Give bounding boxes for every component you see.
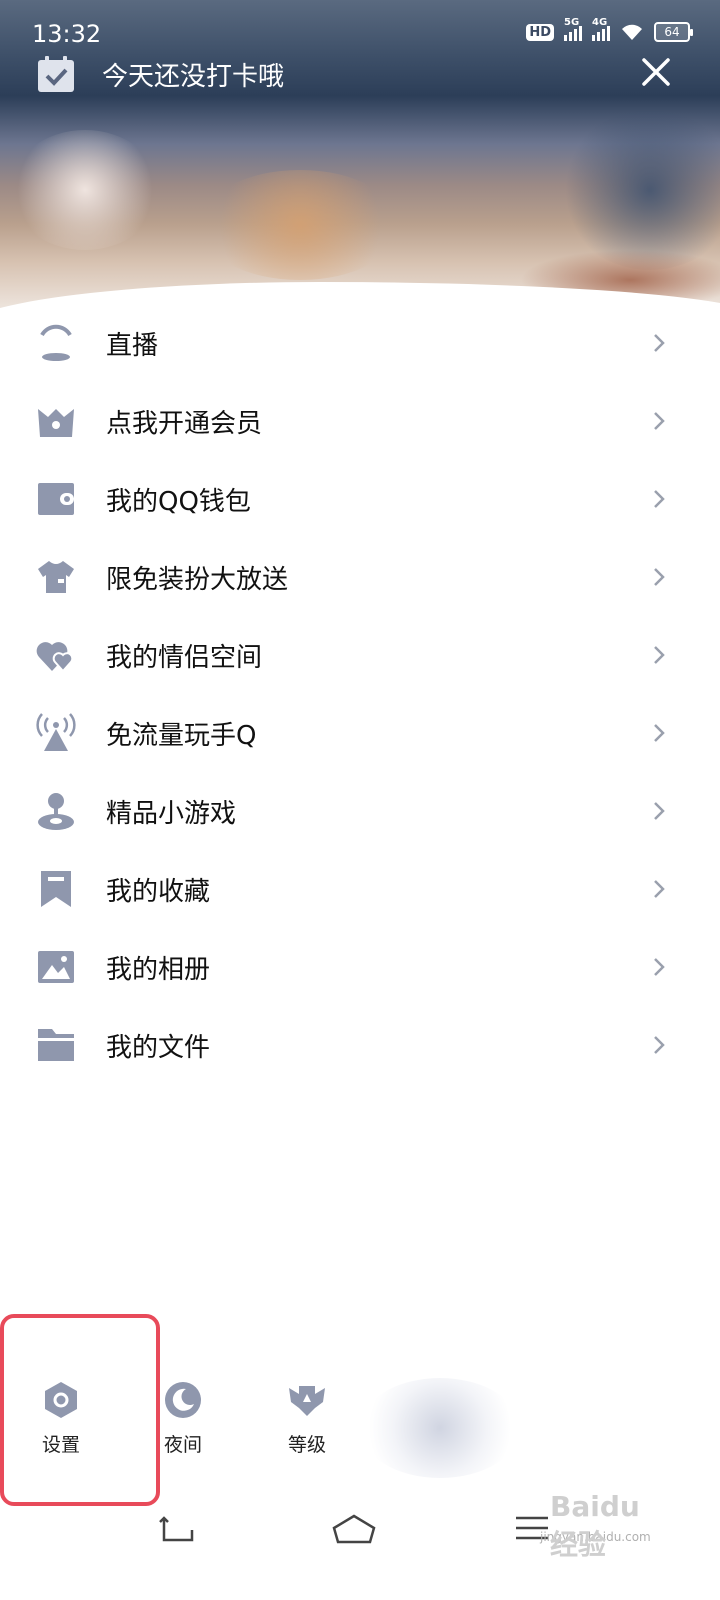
chevron-right-icon bbox=[654, 568, 665, 586]
gear-icon bbox=[45, 1382, 77, 1418]
watermark: Baidu经验 jingyan.baidu.com bbox=[540, 1490, 651, 1561]
signal-tower-icon bbox=[36, 713, 76, 751]
wings-badge-icon bbox=[289, 1386, 325, 1416]
chevron-right-icon bbox=[654, 334, 665, 352]
hd-icon: HD bbox=[526, 23, 554, 41]
tshirt-icon bbox=[38, 561, 74, 593]
crown-icon bbox=[38, 409, 74, 437]
night-label: 夜间 bbox=[163, 1434, 202, 1456]
menu-item-vip[interactable]: 点我开通会员 bbox=[0, 382, 720, 460]
watermark-logo: Baidu经验 bbox=[550, 1490, 640, 1561]
bookmark-icon bbox=[41, 871, 71, 907]
signal-4g-icon: 4G bbox=[592, 17, 610, 41]
menu-item-label: 点我开通会员 bbox=[106, 408, 263, 439]
menu-item-label: 精品小游戏 bbox=[106, 798, 237, 829]
menu-item-label: 我的收藏 bbox=[106, 876, 211, 907]
menu-item-couple-space[interactable]: 我的情侣空间 bbox=[0, 616, 720, 694]
menu-item-mini-games[interactable]: 精品小游戏 bbox=[0, 772, 720, 850]
game-pin-icon bbox=[38, 793, 74, 830]
status-time: 13:32 bbox=[32, 20, 102, 48]
checkin-banner[interactable]: 今天还没打卡哦 bbox=[36, 52, 284, 96]
settings-label: 设置 bbox=[41, 1434, 80, 1456]
wallet-icon bbox=[38, 483, 74, 515]
status-bar: 13:32 HD 5G 4G 64 bbox=[0, 0, 720, 56]
checkin-text: 今天还没打卡哦 bbox=[102, 61, 285, 92]
chevron-right-icon bbox=[654, 880, 665, 898]
chevron-right-icon bbox=[654, 802, 665, 820]
wifi-icon bbox=[622, 24, 642, 40]
close-icon[interactable] bbox=[638, 54, 674, 90]
chevron-right-icon bbox=[654, 1036, 665, 1054]
image-icon bbox=[38, 951, 74, 983]
hearts-icon bbox=[36, 642, 74, 673]
menu-item-live[interactable]: 直播 bbox=[0, 304, 720, 382]
moon-icon bbox=[165, 1382, 201, 1418]
menu-item-label: 我的QQ钱包 bbox=[106, 486, 251, 517]
folder-icon bbox=[38, 1029, 74, 1061]
menu-list: 直播 点我开通会员 我的QQ钱包 限免装扮大放送 我的情侣空间 免流量玩手Q 精… bbox=[0, 304, 720, 1084]
menu-item-label: 免流量玩手Q bbox=[106, 720, 257, 751]
settings-button[interactable]: 设置 bbox=[16, 1380, 106, 1457]
chevron-right-icon bbox=[654, 958, 665, 976]
chevron-right-icon bbox=[654, 646, 665, 664]
menu-item-label: 直播 bbox=[106, 330, 159, 361]
calendar-check-icon bbox=[38, 56, 74, 92]
menu-item-label: 我的情侣空间 bbox=[106, 642, 263, 673]
night-mode-button[interactable]: 夜间 bbox=[138, 1380, 228, 1457]
level-label: 等级 bbox=[287, 1434, 326, 1456]
chevron-right-icon bbox=[654, 724, 665, 742]
menu-item-label: 限免装扮大放送 bbox=[106, 564, 289, 595]
menu-item-files[interactable]: 我的文件 bbox=[0, 1006, 720, 1084]
signal-5g-icon: 5G bbox=[564, 17, 582, 41]
chevron-right-icon bbox=[654, 490, 665, 508]
chevron-right-icon bbox=[654, 412, 665, 430]
menu-item-wallet[interactable]: 我的QQ钱包 bbox=[0, 460, 720, 538]
battery-icon: 64 bbox=[654, 22, 693, 42]
menu-item-favorites[interactable]: 我的收藏 bbox=[0, 850, 720, 928]
live-icon bbox=[40, 324, 72, 361]
level-button[interactable]: 等级 bbox=[262, 1380, 352, 1457]
menu-item-label: 我的文件 bbox=[106, 1032, 211, 1063]
bottom-toolbar: 设置 夜间 等级 bbox=[0, 1380, 720, 1480]
menu-item-dressup[interactable]: 限免装扮大放送 bbox=[0, 538, 720, 616]
menu-item-album[interactable]: 我的相册 bbox=[0, 928, 720, 1006]
home-icon[interactable] bbox=[332, 1508, 376, 1548]
back-icon[interactable] bbox=[156, 1508, 196, 1548]
menu-item-free-data[interactable]: 免流量玩手Q bbox=[0, 694, 720, 772]
menu-item-label: 我的相册 bbox=[106, 954, 211, 985]
